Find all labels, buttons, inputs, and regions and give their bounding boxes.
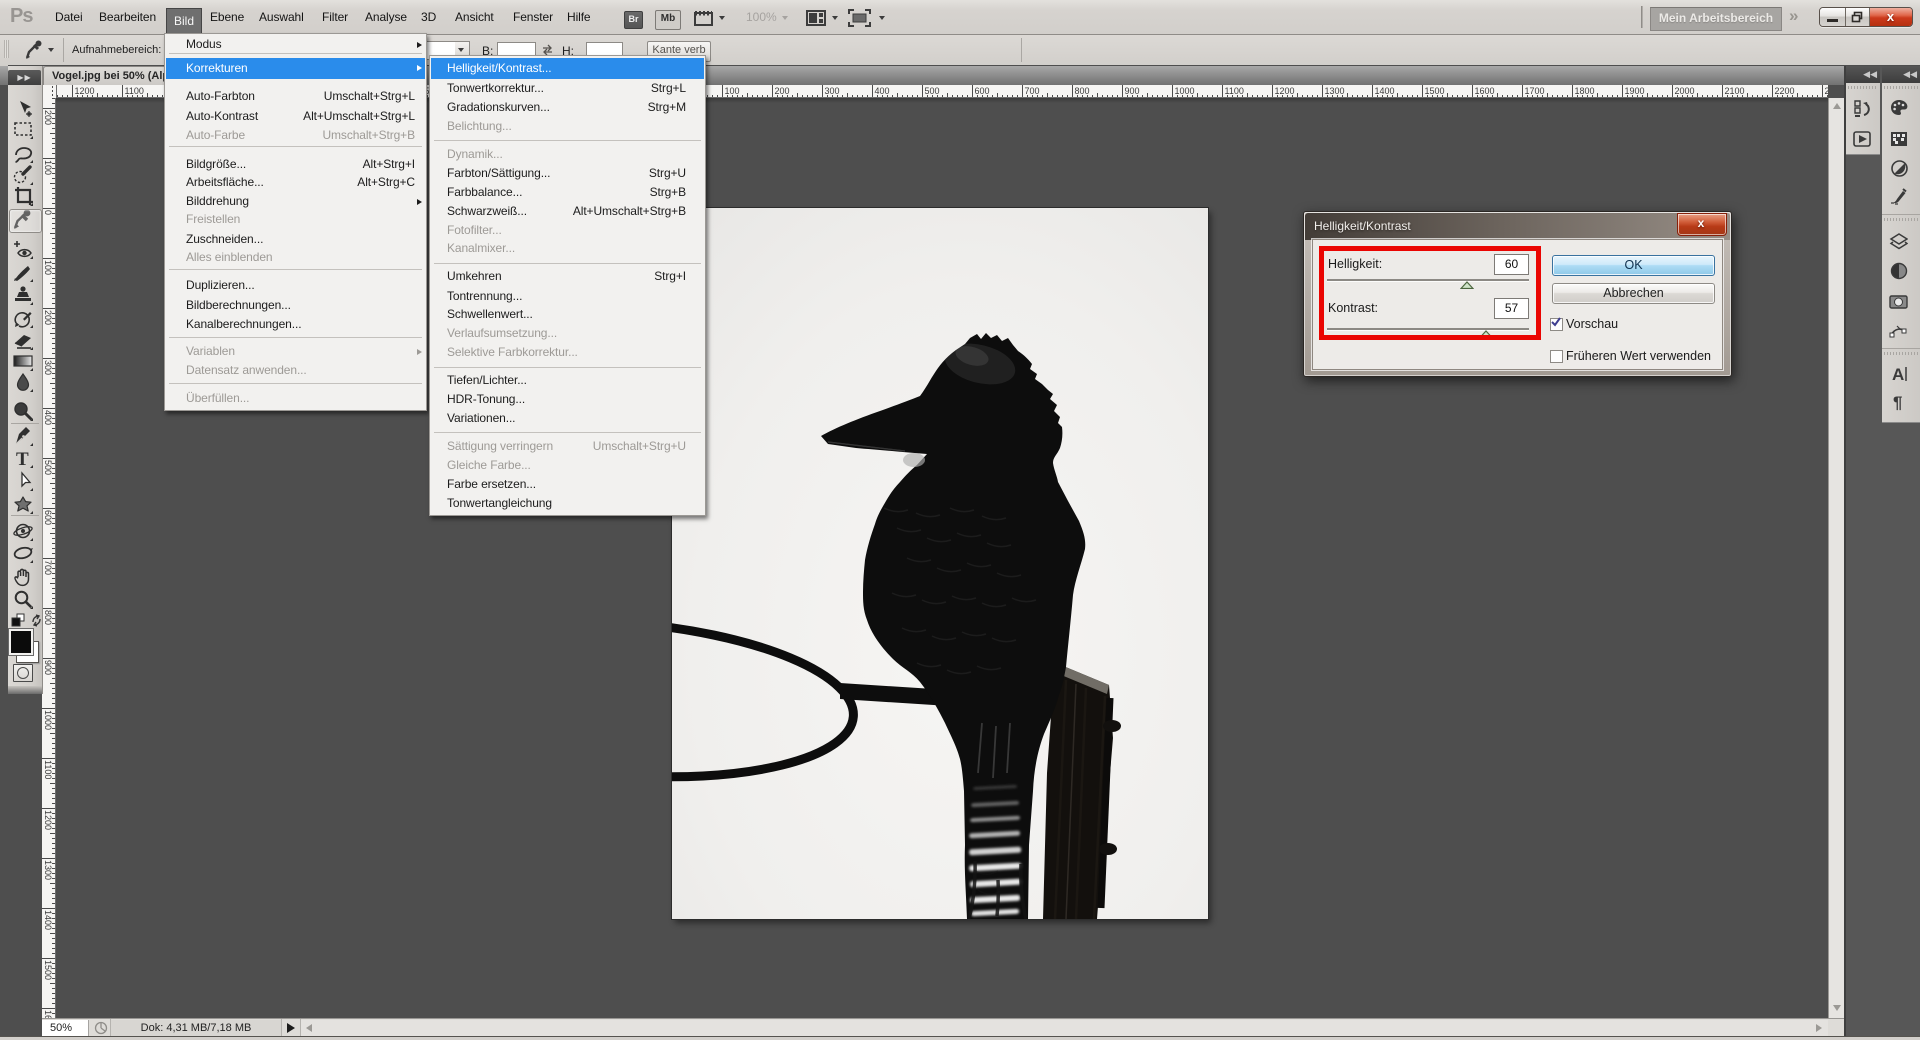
svg-text:500: 500: [43, 460, 53, 475]
svg-text:A: A: [1892, 365, 1904, 384]
svg-text:1200: 1200: [75, 86, 95, 96]
svg-text:1600: 1600: [43, 1010, 53, 1018]
svg-text:300: 300: [43, 360, 53, 375]
svg-text:1900: 1900: [1625, 86, 1645, 96]
svg-text:1400: 1400: [1375, 86, 1395, 96]
svg-text:900: 900: [1125, 86, 1140, 96]
svg-text:1000: 1000: [43, 710, 53, 730]
svg-text:900: 900: [43, 660, 53, 675]
svg-text:100: 100: [43, 260, 53, 275]
svg-text:T: T: [16, 449, 29, 470]
svg-text:1000: 1000: [1175, 86, 1195, 96]
svg-text:700: 700: [43, 560, 53, 575]
svg-text:1500: 1500: [43, 960, 53, 980]
svg-text:1600: 1600: [1475, 86, 1495, 96]
svg-text:1100: 1100: [125, 86, 144, 96]
svg-text:2200: 2200: [1775, 86, 1795, 96]
svg-text:0: 0: [43, 210, 53, 215]
svg-text:600: 600: [43, 510, 53, 525]
svg-text:100: 100: [725, 86, 740, 96]
svg-text:1300: 1300: [43, 860, 53, 880]
svg-text:800: 800: [1075, 86, 1090, 96]
svg-text:1500: 1500: [1425, 86, 1445, 96]
svg-text:200: 200: [43, 310, 53, 325]
svg-text:1400: 1400: [43, 910, 53, 930]
svg-text:200: 200: [43, 110, 53, 125]
svg-text:1200: 1200: [43, 810, 53, 830]
svg-text:1800: 1800: [1575, 86, 1595, 96]
svg-text:300: 300: [825, 86, 840, 96]
svg-text:700: 700: [1025, 86, 1040, 96]
svg-text:2100: 2100: [1725, 86, 1745, 96]
svg-text:600: 600: [975, 86, 990, 96]
svg-text:1300: 1300: [1325, 86, 1345, 96]
svg-text:400: 400: [875, 86, 890, 96]
svg-text:2000: 2000: [1675, 86, 1695, 96]
svg-text:1200: 1200: [1275, 86, 1295, 96]
svg-text:¶: ¶: [1893, 393, 1902, 412]
svg-text:400: 400: [43, 410, 53, 425]
svg-text:500: 500: [925, 86, 940, 96]
svg-text:2300: 2300: [1825, 86, 1829, 96]
svg-text:200: 200: [775, 86, 790, 96]
svg-text:1700: 1700: [1525, 86, 1545, 96]
svg-text:1100: 1100: [1225, 86, 1244, 96]
svg-text:1100: 1100: [43, 760, 53, 779]
svg-text:100: 100: [43, 160, 53, 175]
